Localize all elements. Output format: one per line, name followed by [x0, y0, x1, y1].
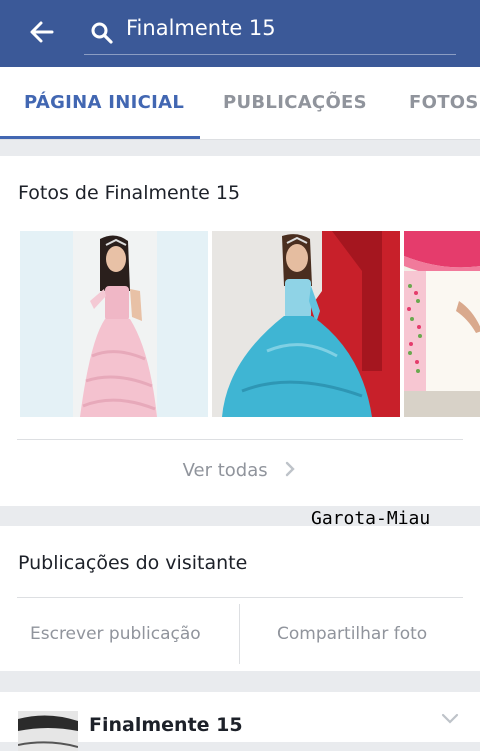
search-input-value[interactable]: Finalmente 15: [126, 16, 276, 40]
blue-dress-photo[interactable]: [212, 231, 400, 417]
chevron-down-icon[interactable]: [440, 712, 460, 726]
avatar[interactable]: [18, 711, 78, 751]
photos-strip: [20, 231, 480, 417]
tab-home[interactable]: PÁGINA INICIAL: [24, 92, 184, 113]
pink-dress-photo[interactable]: [20, 231, 208, 417]
search-icon: [91, 22, 113, 44]
tab-bar: PÁGINA INICIAL PUBLICAÇÕES FOTOS: [0, 67, 480, 140]
decor-photo[interactable]: [404, 231, 480, 417]
share-photo-button[interactable]: Compartilhar foto: [277, 624, 427, 644]
tab-photos[interactable]: FOTOS: [409, 92, 479, 113]
visitor-posts-title: Publicações do visitante: [18, 552, 248, 574]
tab-posts[interactable]: PUBLICAÇÕES: [223, 92, 367, 113]
write-post-button[interactable]: Escrever publicação: [30, 624, 201, 644]
back-arrow-icon[interactable]: [26, 16, 58, 48]
photos-divider: [17, 439, 463, 440]
photos-card: Fotos de Finalmente 15 Ver todas: [0, 156, 480, 506]
visitor-divider: [17, 597, 463, 598]
action-separator: [239, 604, 240, 664]
search-field[interactable]: Finalmente 15: [84, 12, 456, 55]
visitor-posts-card: Publicações do visitante: [0, 526, 480, 671]
top-bar: Finalmente 15: [0, 0, 480, 67]
photos-section-title: Fotos de Finalmente 15: [18, 182, 241, 204]
chevron-right-icon: [286, 461, 296, 477]
see-all-link[interactable]: Ver todas: [0, 460, 480, 481]
active-tab-indicator: [0, 136, 200, 139]
see-all-label: Ver todas: [182, 460, 268, 481]
post-author[interactable]: Finalmente 15: [89, 714, 243, 736]
